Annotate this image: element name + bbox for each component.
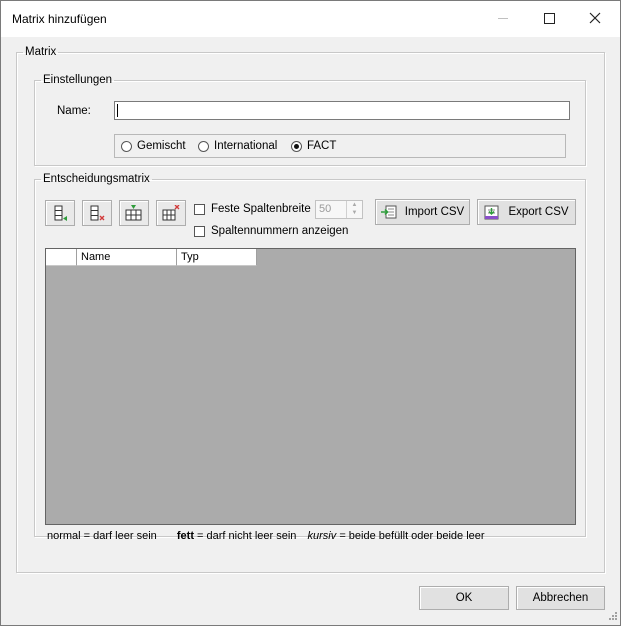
legend-italic-desc: = beide befüllt oder beide leer bbox=[336, 530, 485, 542]
cancel-button[interactable]: Abbrechen bbox=[516, 586, 605, 610]
show-column-numbers-label: Spaltennummern anzeigen bbox=[211, 225, 349, 237]
checkbox-box bbox=[194, 203, 205, 215]
radio-fact-label: FACT bbox=[307, 140, 337, 152]
matrix-grid[interactable]: Name Typ bbox=[45, 248, 576, 525]
export-csv-button[interactable]: Export CSV bbox=[477, 199, 576, 225]
remove-column-button[interactable] bbox=[82, 200, 112, 226]
close-icon bbox=[589, 12, 601, 24]
import-csv-icon bbox=[380, 205, 397, 219]
ok-button[interactable]: OK bbox=[419, 586, 509, 610]
add-row-icon bbox=[125, 205, 142, 221]
radio-international-label: International bbox=[214, 140, 278, 152]
name-input[interactable] bbox=[114, 101, 570, 120]
spin-down-icon[interactable]: ▼ bbox=[347, 209, 362, 217]
resize-grip-icon[interactable] bbox=[607, 612, 618, 623]
grid-header: Name Typ bbox=[46, 249, 257, 266]
radio-fact[interactable]: FACT bbox=[291, 140, 336, 152]
add-row-button[interactable] bbox=[119, 200, 149, 226]
minimize-button[interactable] bbox=[480, 1, 526, 35]
checkbox-box bbox=[194, 225, 205, 237]
grid-row-header-corner[interactable] bbox=[46, 249, 77, 266]
title-bar[interactable]: Matrix hinzufügen bbox=[1, 1, 620, 37]
legend-normal-term: normal bbox=[47, 530, 81, 542]
decision-matrix-group-legend: Entscheidungsmatrix bbox=[43, 173, 150, 185]
radio-circle bbox=[198, 140, 209, 152]
legend-bold-desc: = darf nicht leer sein bbox=[193, 530, 297, 542]
text-caret bbox=[117, 104, 118, 117]
spinner-arrows: ▲ ▼ bbox=[346, 201, 362, 218]
legend-normal-desc: = darf leer sein bbox=[80, 530, 157, 542]
radio-circle-selected bbox=[291, 140, 302, 152]
legend-bold-term: fett bbox=[176, 530, 194, 542]
legend-italic-term: kursiv bbox=[307, 530, 337, 542]
spin-up-icon[interactable]: ▲ bbox=[347, 201, 362, 209]
add-column-icon bbox=[54, 205, 67, 221]
radio-gemischt-label: Gemischt bbox=[137, 140, 186, 152]
export-csv-label: Export CSV bbox=[508, 206, 569, 218]
fixed-width-checkbox[interactable]: Feste Spaltenbreite bbox=[194, 203, 311, 215]
radio-international[interactable]: International bbox=[198, 140, 277, 152]
radio-circle bbox=[121, 140, 132, 152]
cancel-label: Abbrechen bbox=[532, 592, 589, 604]
settings-group-legend: Einstellungen bbox=[43, 74, 113, 86]
maximize-button[interactable] bbox=[526, 1, 572, 35]
window-title: Matrix hinzufügen bbox=[12, 12, 107, 26]
grid-column-header-name[interactable]: Name bbox=[77, 249, 177, 266]
ok-label: OK bbox=[455, 592, 473, 604]
dialog-window: Matrix hinzufügen Matrix Einstellungen N… bbox=[0, 0, 621, 626]
remove-column-icon bbox=[90, 205, 105, 221]
format-legend: normal = darf leer sein fett = darf nich… bbox=[47, 530, 485, 542]
name-label: Name: bbox=[57, 105, 91, 117]
close-button[interactable] bbox=[572, 1, 618, 35]
column-width-spinner[interactable]: 50 ▲ ▼ bbox=[315, 200, 363, 219]
fixed-width-label: Feste Spaltenbreite bbox=[211, 203, 311, 215]
import-csv-label: Import CSV bbox=[404, 206, 465, 218]
show-column-numbers-checkbox[interactable]: Spaltennummern anzeigen bbox=[194, 225, 348, 237]
maximize-icon bbox=[543, 12, 555, 24]
remove-row-icon bbox=[162, 205, 180, 221]
grid-column-header-type[interactable]: Typ bbox=[177, 249, 257, 266]
column-width-value: 50 bbox=[319, 203, 332, 215]
radio-gemischt[interactable]: Gemischt bbox=[121, 140, 186, 152]
remove-row-button[interactable] bbox=[156, 200, 186, 226]
add-column-button[interactable] bbox=[45, 200, 75, 226]
matrix-group-legend: Matrix bbox=[25, 46, 57, 58]
minimize-icon bbox=[498, 17, 508, 19]
import-csv-button[interactable]: Import CSV bbox=[375, 199, 470, 225]
export-csv-icon bbox=[484, 205, 499, 219]
